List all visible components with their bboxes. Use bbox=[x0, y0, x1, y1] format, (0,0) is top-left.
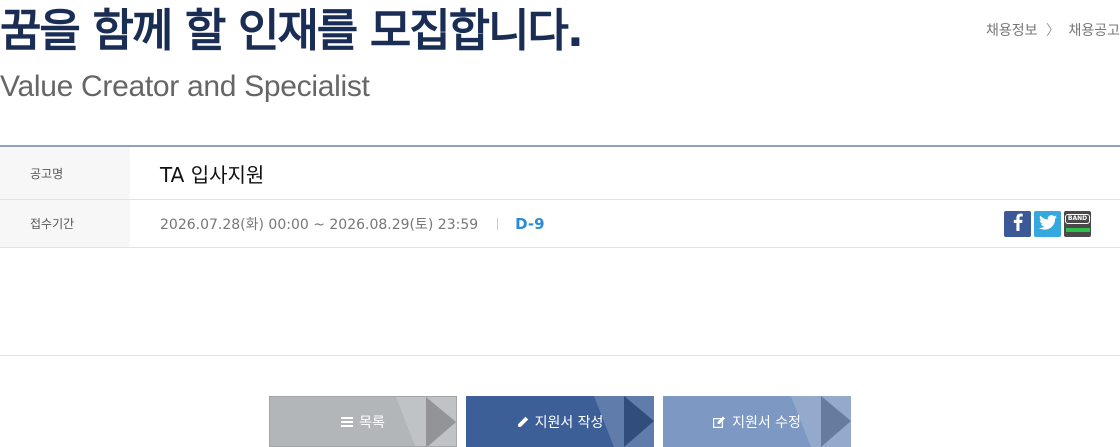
list-button[interactable]: 목록 bbox=[269, 396, 457, 447]
breadcrumb: 채용정보 〉 채용공고 bbox=[986, 20, 1120, 40]
posting-period-cell: 2026.07.28(화) 00:00 ~ 2026.08.29(토) 23:5… bbox=[130, 200, 1120, 247]
twitter-icon bbox=[1038, 214, 1057, 234]
posting-period-label: 접수기간 bbox=[0, 200, 130, 247]
facebook-icon bbox=[1013, 213, 1023, 235]
pencil-icon bbox=[517, 416, 529, 428]
posting-title-row: 공고명 TA 입사지원 bbox=[0, 147, 1120, 200]
dday-badge: D-9 bbox=[515, 214, 545, 233]
posting-info-table: 공고명 TA 입사지원 접수기간 2026.07.28(화) 00:00 ~ 2… bbox=[0, 145, 1120, 248]
action-buttons: 목록 지원서 작성 지원서 수정 bbox=[269, 396, 851, 447]
section-divider bbox=[0, 355, 1120, 356]
posting-title-cell: TA 입사지원 bbox=[130, 147, 1120, 199]
decorative-pattern bbox=[594, 396, 654, 447]
breadcrumb-item-job-postings[interactable]: 채용공고 bbox=[1068, 23, 1120, 39]
facebook-share-button[interactable] bbox=[1004, 211, 1031, 237]
breadcrumb-separator: 〉 bbox=[1046, 23, 1061, 39]
menu-icon bbox=[341, 416, 354, 427]
page-subtitle: Value Creator and Specialist bbox=[0, 70, 370, 103]
edit-icon bbox=[713, 416, 726, 428]
posting-title-value: TA 입사지원 bbox=[160, 162, 265, 187]
edit-button[interactable]: 지원서 수정 bbox=[663, 396, 851, 447]
band-share-button[interactable]: BAND bbox=[1064, 211, 1091, 237]
breadcrumb-item-recruit-info[interactable]: 채용정보 bbox=[986, 23, 1038, 39]
posting-period-value: 2026.07.28(화) 00:00 ~ 2026.08.29(토) 23:5… bbox=[160, 216, 479, 233]
decorative-pattern bbox=[791, 396, 851, 447]
band-icon-bar bbox=[1065, 228, 1090, 232]
apply-button[interactable]: 지원서 작성 bbox=[466, 396, 654, 447]
posting-title-label: 공고명 bbox=[0, 147, 130, 199]
page-title: 꿈을 함께 할 인재를 모집합니다. bbox=[0, 4, 584, 57]
decorative-pattern bbox=[396, 397, 456, 446]
divider bbox=[497, 217, 499, 230]
twitter-share-button[interactable] bbox=[1034, 211, 1061, 237]
band-icon: BAND bbox=[1064, 214, 1091, 224]
posting-period-row: 접수기간 2026.07.28(화) 00:00 ~ 2026.08.29(토)… bbox=[0, 200, 1120, 248]
share-buttons: BAND bbox=[1004, 211, 1091, 237]
